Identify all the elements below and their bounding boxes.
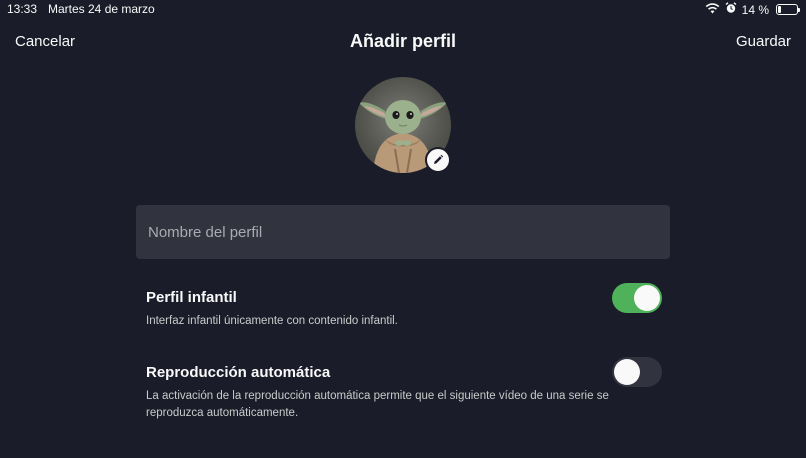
edit-avatar-button[interactable] <box>425 147 451 173</box>
toggle-knob <box>634 285 660 311</box>
status-date: Martes 24 de marzo <box>48 2 155 16</box>
status-time: 13:33 <box>7 2 38 16</box>
status-bar: 13:33 Martes 24 de marzo 14 % <box>0 0 806 20</box>
page-title: Añadir perfil <box>349 31 456 51</box>
kids-profile-title: Perfil infantil <box>146 289 237 306</box>
save-button[interactable]: Guardar <box>736 33 791 50</box>
alarm-icon <box>725 2 737 17</box>
wifi-icon <box>705 2 720 17</box>
kids-profile-description: Interfaz infantil únicamente con conteni… <box>146 315 398 327</box>
battery-text: 14 % <box>741 2 769 17</box>
pencil-icon <box>434 154 444 164</box>
autoplay-description: La activación de la reproducción automát… <box>146 390 609 419</box>
status-indicators: 14 % <box>705 2 800 17</box>
autoplay-title: Reproducción automática <box>146 364 331 381</box>
add-profile-screen: 13:33 Martes 24 de marzo 14 % Cancelar A… <box>0 0 806 458</box>
kids-profile-toggle[interactable] <box>612 283 662 313</box>
battery-icon <box>776 4 800 15</box>
profile-name-input[interactable] <box>136 205 670 259</box>
toggle-knob <box>614 359 640 385</box>
autoplay-toggle[interactable] <box>612 357 662 387</box>
battery-level <box>778 6 781 13</box>
